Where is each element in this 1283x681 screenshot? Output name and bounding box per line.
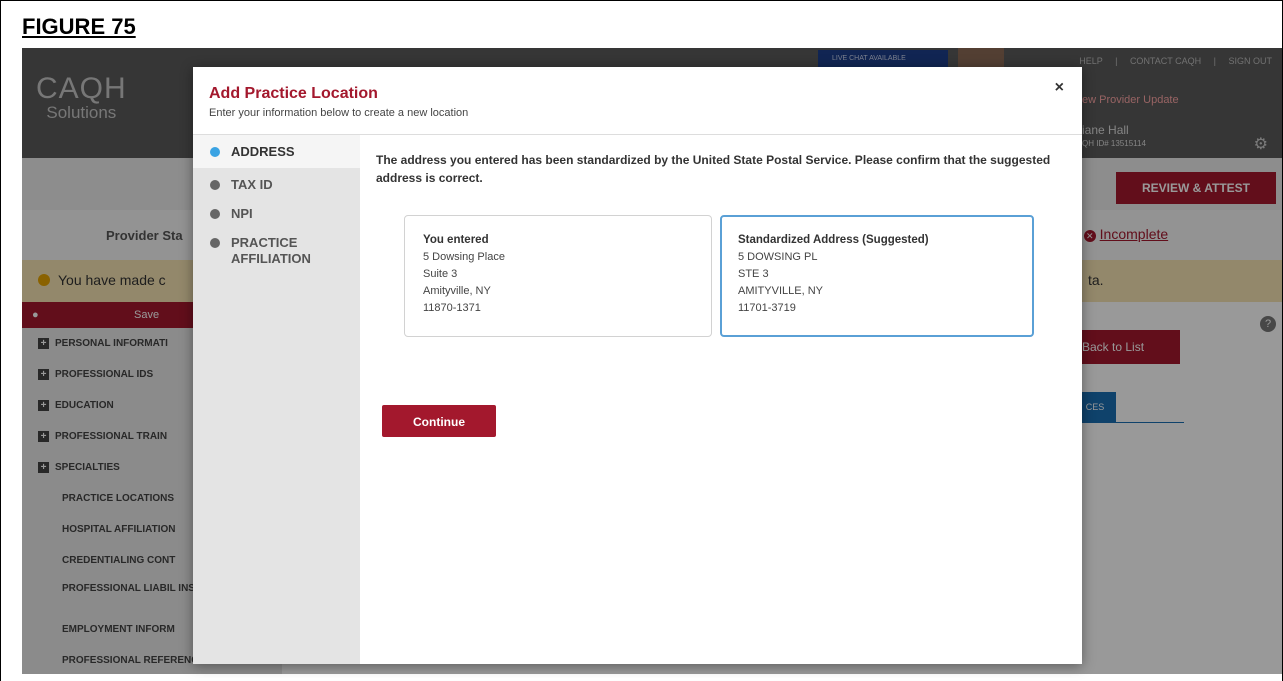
suggested-address-card[interactable]: Standardized Address (Suggested) 5 DOWSI… — [720, 215, 1034, 337]
entered-heading: You entered — [423, 234, 489, 246]
step-nav: ADDRESS TAX ID NPI PRACTICE AFFILIATION — [193, 135, 360, 664]
step-bullet-icon — [210, 209, 220, 219]
entered-line3: Amityville, NY — [423, 285, 491, 297]
entered-line2: Suite 3 — [423, 268, 458, 280]
step-tax-id[interactable]: TAX ID — [193, 168, 360, 199]
entered-line1: 5 Dowsing Place — [423, 251, 505, 263]
suggested-line3: AMITYVILLE, NY — [738, 285, 823, 297]
step-label: TAX ID — [231, 177, 273, 192]
step-npi[interactable]: NPI — [193, 199, 360, 229]
entered-address-card[interactable]: You entered 5 Dowsing Place Suite 3 Amit… — [404, 215, 712, 337]
step-bullet-icon — [210, 180, 220, 190]
entered-line4: 11870-1371 — [423, 302, 481, 314]
suggested-heading: Standardized Address (Suggested) — [738, 234, 929, 246]
continue-button[interactable]: Continue — [382, 405, 496, 437]
step-label: NPI — [231, 206, 253, 221]
add-practice-location-modal: Add Practice Location Enter your informa… — [193, 67, 1082, 664]
suggested-line2: STE 3 — [738, 268, 769, 280]
step-bullet-icon — [210, 147, 220, 157]
modal-header: Add Practice Location Enter your informa… — [193, 67, 1082, 135]
step-practice-affiliation[interactable]: PRACTICE AFFILIATION — [193, 229, 371, 267]
suggested-line1: 5 DOWSING PL — [738, 251, 818, 263]
suggested-line4: 11701-3719 — [738, 302, 796, 314]
step-address[interactable]: ADDRESS — [193, 135, 360, 168]
modal-title: Add Practice Location — [209, 85, 378, 102]
usps-message: The address you entered has been standar… — [376, 153, 1051, 185]
step-bullet-icon — [210, 238, 220, 248]
close-icon[interactable]: × — [1055, 79, 1064, 97]
modal-content: The address you entered has been standar… — [360, 135, 1082, 664]
step-label: PRACTICE AFFILIATION — [231, 235, 311, 266]
figure-label: FIGURE 75 — [22, 14, 136, 39]
modal-subtitle: Enter your information below to create a… — [209, 107, 469, 119]
step-label: ADDRESS — [231, 144, 295, 159]
